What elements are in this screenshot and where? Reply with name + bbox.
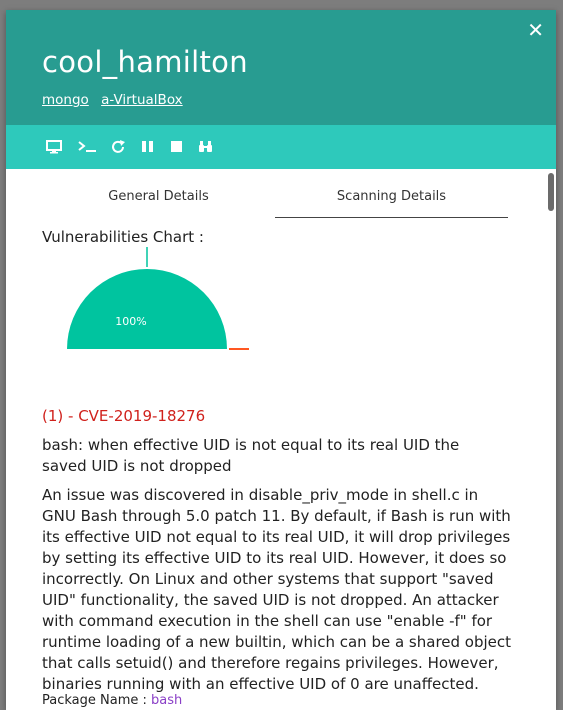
- container-title: cool_hamilton: [42, 45, 248, 79]
- cve-id: (1) - CVE-2019-18276: [42, 407, 206, 425]
- tab-scanning-details[interactable]: Scanning Details: [275, 189, 508, 218]
- tab-general-details[interactable]: General Details: [42, 189, 275, 217]
- vulnerabilities-pie-chart: 100% 0%: [67, 247, 249, 367]
- subtitle-links: mongo a-VirtualBox: [42, 92, 191, 108]
- cve-description: An issue was discovered in disable_priv_…: [42, 486, 512, 693]
- image-link[interactable]: mongo: [42, 92, 89, 108]
- cve-summary: bash: when effective UID is not equal to…: [42, 436, 460, 475]
- terminal-icon[interactable]: [78, 139, 98, 155]
- slice-label-high: 100%: [115, 315, 146, 328]
- close-button[interactable]: ✕: [527, 20, 544, 40]
- pie-layer: [67, 247, 249, 350]
- binoculars-icon[interactable]: [197, 139, 215, 155]
- scrollbar-thumb[interactable]: [548, 173, 554, 211]
- restart-icon[interactable]: [110, 139, 128, 155]
- host-link[interactable]: a-VirtualBox: [101, 92, 183, 108]
- stop-icon[interactable]: [169, 139, 187, 155]
- package-row: Package Name : bash: [42, 693, 182, 708]
- pause-icon[interactable]: [140, 139, 158, 155]
- modal-header: ✕ cool_hamilton mongo a-VirtualBox: [6, 10, 556, 125]
- monitor-icon[interactable]: [46, 139, 64, 155]
- pie-slice-0: [67, 269, 227, 349]
- slice-label-low: 0%: [193, 354, 210, 367]
- scanning-details-panel: General Details Scanning Details Vulnera…: [6, 169, 556, 710]
- chart-label: Vulnerabilities Chart :: [42, 228, 204, 246]
- container-details-modal: ✕ cool_hamilton mongo a-VirtualBox Gener…: [6, 10, 556, 710]
- package-link[interactable]: bash: [151, 693, 182, 708]
- package-label: Package Name :: [42, 693, 147, 708]
- action-toolbar: [6, 125, 556, 169]
